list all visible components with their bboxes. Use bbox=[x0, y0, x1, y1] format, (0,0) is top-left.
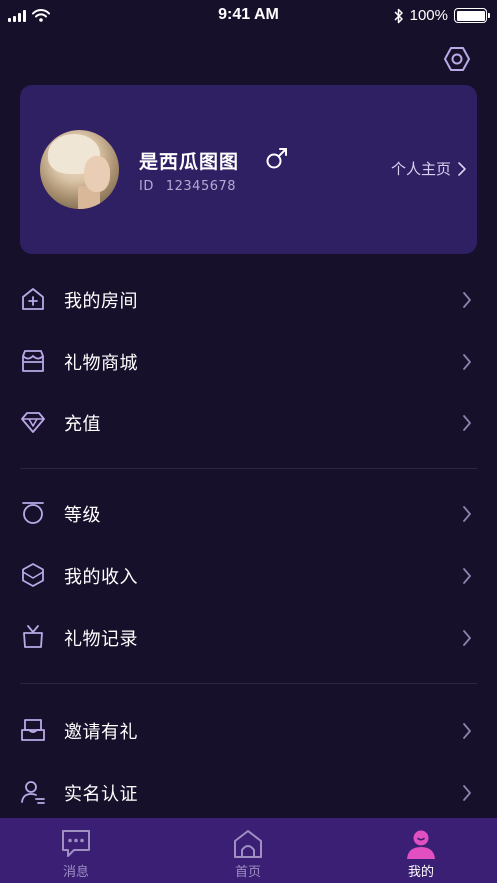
menu-item-my-income[interactable]: 我的收入 bbox=[0, 546, 497, 608]
tab-label: 消息 bbox=[62, 865, 89, 880]
profile-id-label: ID bbox=[139, 179, 154, 194]
menu-item-level[interactable]: 等级 bbox=[0, 484, 497, 546]
message-icon bbox=[62, 830, 90, 857]
menu-item-invite[interactable]: 邀请有礼 bbox=[0, 701, 497, 763]
menu-label: 实名认证 bbox=[64, 784, 138, 805]
tab-messages[interactable]: 消息 bbox=[16, 818, 136, 883]
profile-icon bbox=[407, 830, 435, 859]
tab-label: 我的 bbox=[407, 865, 434, 880]
chevron-right-icon bbox=[463, 354, 471, 370]
homepage-label: 个人主页 bbox=[390, 160, 451, 178]
tab-label: 首页 bbox=[234, 865, 261, 880]
bottom-tab-bar: 消息 首页 我的 bbox=[0, 818, 497, 883]
income-icon bbox=[22, 563, 44, 587]
menu-item-gift-store[interactable]: 礼物商城 bbox=[0, 332, 497, 394]
menu-label: 礼物记录 bbox=[64, 629, 138, 650]
avatar[interactable] bbox=[40, 130, 119, 209]
profile-id-value: 12345678 bbox=[165, 179, 237, 194]
homepage-link[interactable]: 个人主页 bbox=[391, 158, 467, 179]
verify-icon bbox=[21, 781, 45, 804]
profile-name: 是西瓜图图 bbox=[139, 151, 240, 173]
battery-percent: 100% bbox=[409, 7, 448, 24]
chevron-right-icon bbox=[458, 161, 466, 176]
menu-label: 邀请有礼 bbox=[64, 722, 138, 743]
section-divider bbox=[20, 683, 477, 684]
store-icon bbox=[22, 350, 44, 372]
menu-label: 我的收入 bbox=[64, 567, 138, 588]
chevron-right-icon bbox=[463, 723, 471, 739]
home-icon bbox=[234, 830, 262, 858]
diamond-icon bbox=[21, 412, 45, 433]
level-icon bbox=[22, 502, 44, 524]
room-icon bbox=[22, 288, 44, 310]
tab-home[interactable]: 首页 bbox=[188, 818, 308, 883]
menu-label: 充值 bbox=[64, 414, 101, 435]
section-divider bbox=[20, 468, 477, 469]
chevron-right-icon bbox=[463, 415, 471, 431]
settings-icon[interactable] bbox=[443, 45, 471, 73]
status-right: 100% bbox=[394, 7, 490, 24]
menu-item-gift-record[interactable]: 礼物记录 bbox=[0, 608, 497, 670]
menu-label: 我的房间 bbox=[64, 291, 138, 312]
chevron-right-icon bbox=[463, 785, 471, 801]
profile-card[interactable]: 是西瓜图图 ID 12345678 个人主页 bbox=[20, 85, 477, 254]
menu-label: 礼物商城 bbox=[64, 353, 138, 374]
battery-icon bbox=[454, 8, 490, 23]
chevron-right-icon bbox=[463, 506, 471, 522]
bluetooth-icon bbox=[394, 8, 403, 23]
menu-item-real-name-verification[interactable]: 实名认证 bbox=[0, 763, 497, 825]
chevron-right-icon bbox=[463, 292, 471, 308]
menu-item-recharge[interactable]: 充值 bbox=[0, 393, 497, 455]
menu-label: 等级 bbox=[64, 505, 101, 526]
menu-item-my-room[interactable]: 我的房间 bbox=[0, 270, 497, 332]
profile-id: ID 12345678 bbox=[139, 179, 236, 194]
invite-icon bbox=[21, 719, 45, 741]
chevron-right-icon bbox=[463, 630, 471, 646]
gift-icon bbox=[23, 625, 43, 648]
chevron-right-icon bbox=[463, 568, 471, 584]
tab-profile[interactable]: 我的 bbox=[361, 818, 481, 883]
male-icon bbox=[266, 148, 287, 169]
status-bar: 9:41 AM 100% bbox=[0, 0, 497, 34]
